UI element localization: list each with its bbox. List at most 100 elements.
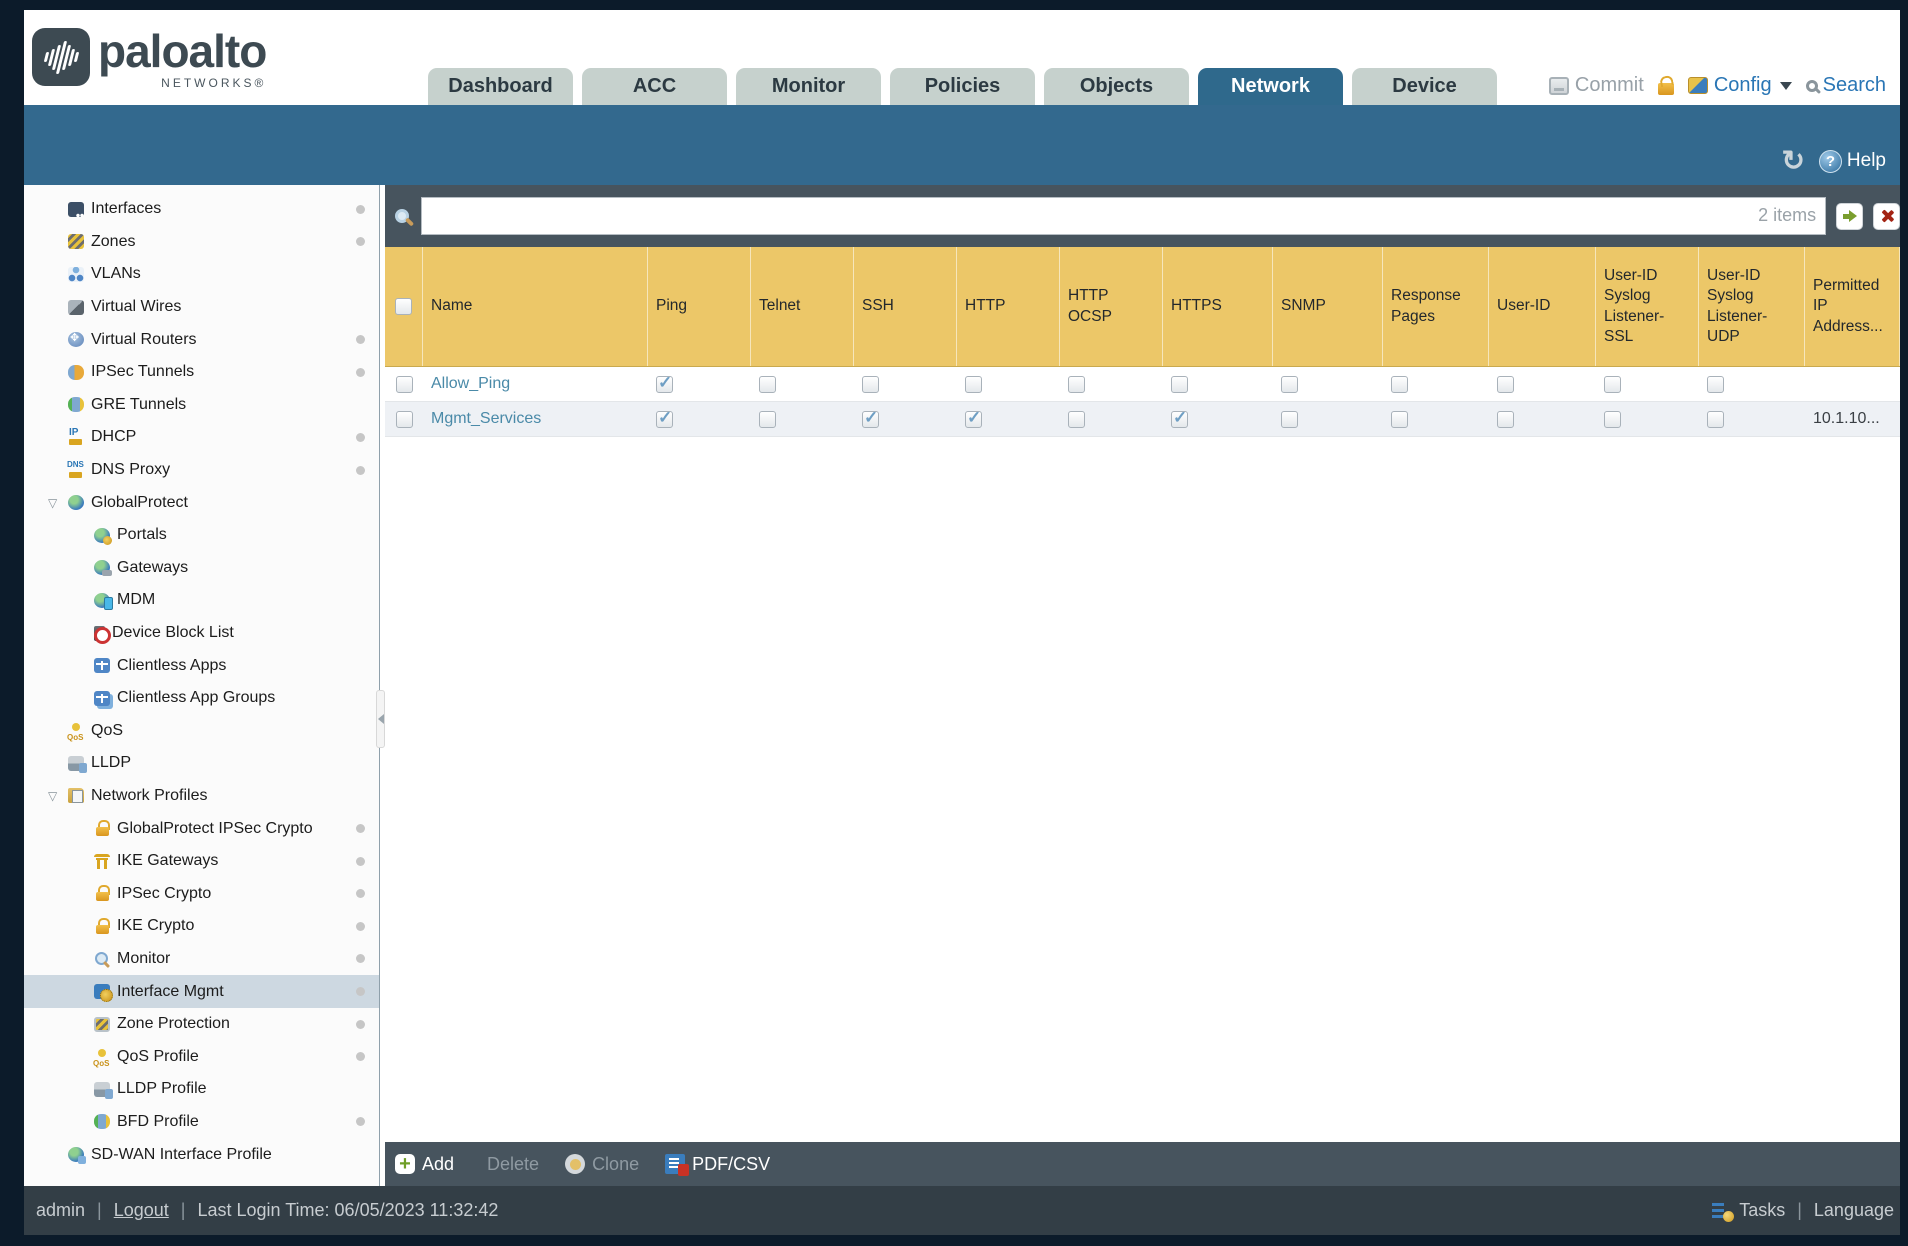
service-cell-ssh <box>854 367 957 401</box>
sidebar-item-qos[interactable]: QoS <box>24 715 379 748</box>
logout-link[interactable]: Logout <box>114 1200 169 1221</box>
sidebar-item-ike-crypto[interactable]: IKE Crypto <box>24 910 379 943</box>
sidebar-item-dhcp[interactable]: DHCP <box>24 421 379 454</box>
sidebar-item-vlans[interactable]: VLANs <box>24 258 379 291</box>
add-button[interactable]: + Add <box>395 1154 454 1175</box>
column-header-snmp[interactable]: SNMP <box>1273 247 1383 366</box>
clear-filter-button[interactable] <box>1873 202 1901 230</box>
sidebar-item-label: SD-WAN Interface Profile <box>91 1145 272 1163</box>
sidebar-item-device-block-list[interactable]: Device Block List <box>24 617 379 650</box>
sidebar-item-ike-gateways[interactable]: IKE Gateways <box>24 845 379 878</box>
unchecked-checkbox[interactable] <box>1391 375 1408 393</box>
column-header-ssh[interactable]: SSH <box>854 247 957 366</box>
unchecked-checkbox[interactable] <box>1604 410 1621 428</box>
unchecked-checkbox[interactable] <box>1604 375 1621 393</box>
service-cell-http-ocsp <box>1060 367 1163 401</box>
tasks-button[interactable]: Tasks <box>1739 1200 1785 1221</box>
unchecked-checkbox[interactable] <box>1068 410 1085 428</box>
row-name-link[interactable]: Allow_Ping <box>423 367 648 401</box>
language-button[interactable]: Language <box>1814 1200 1894 1221</box>
tab-dashboard[interactable]: Dashboard <box>428 68 573 105</box>
unchecked-checkbox[interactable] <box>1171 375 1188 393</box>
tab-device[interactable]: Device <box>1352 68 1497 105</box>
unchecked-checkbox[interactable] <box>1068 375 1085 393</box>
column-header-http-ocsp[interactable]: HTTP OCSP <box>1060 247 1163 366</box>
sidebar-collapse-handle[interactable] <box>376 690 385 748</box>
checked-checkbox[interactable] <box>965 408 982 428</box>
commit-button[interactable]: Commit <box>1548 74 1644 97</box>
checked-checkbox[interactable] <box>656 408 673 428</box>
sidebar-item-virtual-wires[interactable]: Virtual Wires <box>24 291 379 324</box>
sidebar-item-ipsec-crypto[interactable]: IPSec Crypto <box>24 877 379 910</box>
unchecked-checkbox[interactable] <box>1281 375 1298 393</box>
help-button[interactable]: ? Help <box>1818 149 1886 173</box>
column-header-response-pages[interactable]: Response Pages <box>1383 247 1489 366</box>
permitted-ip-cell <box>1805 367 1900 401</box>
unchecked-checkbox[interactable] <box>1281 410 1298 428</box>
sidebar-item-monitor[interactable]: Monitor <box>24 943 379 976</box>
sidebar-item-gateways[interactable]: Gateways <box>24 552 379 585</box>
sidebar-item-sd-wan-interface-profile[interactable]: SD-WAN Interface Profile <box>24 1138 379 1171</box>
lock-icon[interactable] <box>1657 82 1674 95</box>
row-name-link[interactable]: Mgmt_Services <box>423 402 648 436</box>
apply-filter-button[interactable] <box>1836 202 1864 230</box>
sidebar-item-globalprotect-ipsec-crypto[interactable]: GlobalProtect IPSec Crypto <box>24 812 379 845</box>
tab-objects[interactable]: Objects <box>1044 68 1189 105</box>
unchecked-checkbox[interactable] <box>1707 410 1724 428</box>
sidebar-item-globalprotect[interactable]: ▽ GlobalProtect <box>24 486 379 519</box>
tab-monitor[interactable]: Monitor <box>736 68 881 105</box>
column-header-user-id-syslog-listener-ssl[interactable]: User-ID Syslog Listener-SSL <box>1596 247 1699 366</box>
sidebar-item-virtual-routers[interactable]: Virtual Routers <box>24 323 379 356</box>
sidebar-item-dns-proxy[interactable]: DNS Proxy <box>24 454 379 487</box>
sidebar-item-lldp[interactable]: LLDP <box>24 747 379 780</box>
sidebar-item-portals[interactable]: Portals <box>24 519 379 552</box>
sidebar-item-clientless-apps[interactable]: Clientless Apps <box>24 649 379 682</box>
column-header-user-id-syslog-listener-udp[interactable]: User-ID Syslog Listener-UDP <box>1699 247 1805 366</box>
unchecked-checkbox[interactable] <box>759 375 776 393</box>
row-select-checkbox[interactable] <box>395 410 413 428</box>
expander-icon[interactable]: ▽ <box>48 496 57 510</box>
global-search-button[interactable]: Search <box>1805 74 1886 97</box>
sidebar-item-mdm[interactable]: MDM <box>24 584 379 617</box>
unchecked-checkbox[interactable] <box>1497 375 1514 393</box>
tab-policies[interactable]: Policies <box>890 68 1035 105</box>
row-select-checkbox[interactable] <box>395 375 413 393</box>
select-all-checkbox[interactable] <box>395 298 412 315</box>
sidebar-item-zones[interactable]: Zones <box>24 226 379 259</box>
column-header-permitted-ip-address[interactable]: Permitted IP Address... <box>1805 247 1900 366</box>
column-header-https[interactable]: HTTPS <box>1163 247 1273 366</box>
unchecked-checkbox[interactable] <box>862 375 879 393</box>
sidebar-item-label: MDM <box>117 591 156 609</box>
config-menu-button[interactable]: Config <box>1687 74 1792 97</box>
column-header-name[interactable]: Name <box>423 247 648 366</box>
pdf-csv-button[interactable]: PDF/CSV <box>665 1154 770 1176</box>
sidebar-item-ipsec-tunnels[interactable]: IPSec Tunnels <box>24 356 379 389</box>
sidebar-item-interface-mgmt[interactable]: Interface Mgmt <box>24 975 379 1008</box>
unchecked-checkbox[interactable] <box>965 375 982 393</box>
sidebar-item-network-profiles[interactable]: ▽ Network Profiles <box>24 780 379 813</box>
checked-checkbox[interactable] <box>1171 408 1188 428</box>
sidebar-item-qos-profile[interactable]: QoS Profile <box>24 1040 379 1073</box>
sidebar-item-lldp-profile[interactable]: LLDP Profile <box>24 1073 379 1106</box>
tab-acc[interactable]: ACC <box>582 68 727 105</box>
unchecked-checkbox[interactable] <box>1707 375 1724 393</box>
sidebar-item-interfaces[interactable]: Interfaces <box>24 193 379 226</box>
expander-icon[interactable]: ▽ <box>48 789 57 803</box>
column-header-telnet[interactable]: Telnet <box>751 247 854 366</box>
checked-checkbox[interactable] <box>656 373 673 393</box>
column-header-ping[interactable]: Ping <box>648 247 751 366</box>
checked-checkbox[interactable] <box>862 408 879 428</box>
tab-network[interactable]: Network <box>1198 68 1343 105</box>
service-cell-telnet <box>751 367 854 401</box>
unchecked-checkbox[interactable] <box>759 410 776 428</box>
refresh-icon[interactable]: ↻ <box>1781 147 1804 175</box>
filter-input[interactable] <box>420 197 1827 235</box>
sidebar-item-bfd-profile[interactable]: BFD Profile <box>24 1106 379 1139</box>
column-header-http[interactable]: HTTP <box>957 247 1060 366</box>
unchecked-checkbox[interactable] <box>1391 410 1408 428</box>
unchecked-checkbox[interactable] <box>1497 410 1514 428</box>
sidebar-item-gre-tunnels[interactable]: GRE Tunnels <box>24 389 379 422</box>
sidebar-item-clientless-app-groups[interactable]: Clientless App Groups <box>24 682 379 715</box>
sidebar-item-zone-protection[interactable]: Zone Protection <box>24 1008 379 1041</box>
column-header-user-id[interactable]: User-ID <box>1489 247 1596 366</box>
